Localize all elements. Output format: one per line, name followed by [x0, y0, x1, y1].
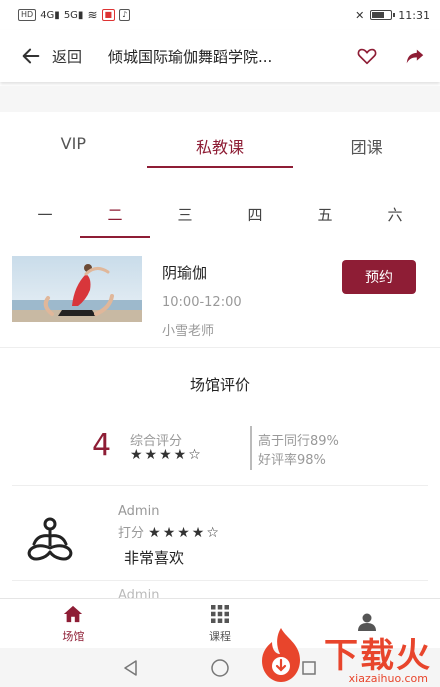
battery-icon [370, 10, 396, 20]
category-tabs: VIP 私教课 团课 [0, 120, 440, 168]
tab-courses-label: 课程 [209, 629, 231, 643]
day-mon[interactable]: 一 [10, 196, 80, 238]
good-rate: 好评率98% [258, 453, 326, 468]
day-tue[interactable]: 二 [80, 196, 150, 238]
course-card[interactable]: 阴瑜伽 10:00-12:00 小雪老师 预约 [0, 256, 440, 348]
share-button[interactable] [402, 43, 428, 69]
app-header: 返回 倾城国际瑜伽舞蹈学院... [0, 30, 440, 82]
review-item: Admin 打分 ★★★★☆ 非常喜欢 [0, 504, 440, 574]
mute-icon: ✕ [355, 8, 365, 22]
status-bar: HD 4G▮ 5G▮ ≋ ■ ♪ ✕ 11:31 [0, 0, 440, 30]
course-time: 10:00-12:00 [162, 295, 242, 310]
status-left: HD 4G▮ 5G▮ ≋ ■ ♪ [18, 8, 131, 22]
arrow-left-icon [22, 48, 40, 64]
tiktok-icon: ♪ [119, 9, 131, 21]
favorite-button[interactable] [354, 43, 380, 69]
grid-icon [211, 604, 229, 623]
watermark-url: xiazaihuo.com [348, 672, 428, 685]
course-thumbnail [12, 256, 142, 322]
tab-group-lesson[interactable]: 团课 [293, 120, 440, 168]
notification-badge-icon: ■ [101, 9, 116, 21]
share-icon [406, 49, 424, 64]
page-title: 倾城国际瑜伽舞蹈学院... [108, 47, 273, 66]
weekday-selector: 一 二 三 四 五 六 [10, 196, 430, 238]
review-rating: 打分 ★★★★☆ [118, 522, 221, 541]
clock: 11:31 [398, 8, 430, 22]
book-button[interactable]: 预约 [342, 260, 416, 294]
tab-venue-label: 场馆 [62, 629, 85, 643]
divider [12, 580, 428, 581]
tab-private-lesson[interactable]: 私教课 [146, 120, 294, 168]
overall-stars: ★★★★☆ [130, 447, 203, 463]
status-right: ✕ 11:31 [355, 9, 430, 22]
signal-icon: 4G▮ [40, 9, 60, 21]
review-rating-label: 打分 [118, 526, 145, 541]
wifi-icon: ≋ [87, 8, 98, 22]
rating-summary: 4 综合评分 ★★★★☆ 高于同行89% 好评率98% [0, 424, 440, 472]
heart-icon [357, 48, 377, 65]
home-icon [64, 605, 83, 622]
tab-venue[interactable]: 场馆 [0, 599, 147, 648]
overall-score: 4 [92, 428, 112, 463]
review-text: 非常喜欢 [124, 549, 185, 567]
watermark: 下载火 xiazaihuo.com [254, 626, 434, 686]
signal-icon-2: 5G▮ [63, 9, 84, 21]
back-button[interactable]: 返回 [20, 45, 82, 67]
day-wed[interactable]: 三 [150, 196, 220, 238]
nav-home-icon[interactable] [210, 658, 230, 678]
day-thu[interactable]: 四 [220, 196, 290, 238]
review-username: Admin [118, 504, 160, 519]
back-label: 返回 [52, 47, 83, 66]
reviews-title: 场馆评价 [189, 376, 250, 394]
review-stars: ★★★★☆ [148, 525, 221, 541]
course-teacher: 小雪老师 [162, 324, 215, 339]
spacer-band [0, 86, 440, 112]
flame-logo-icon [262, 628, 300, 682]
day-fri[interactable]: 五 [290, 196, 360, 238]
rating-divider [250, 426, 252, 470]
yoga-lotus-icon [27, 517, 73, 561]
watermark-text: 下载火 [324, 636, 432, 676]
hd-indicator: HD [18, 9, 37, 21]
tab-vip[interactable]: VIP [0, 120, 147, 168]
nav-back-icon[interactable] [122, 659, 140, 677]
divider [12, 485, 428, 486]
day-sat[interactable]: 六 [360, 196, 430, 238]
higher-than-peers: 高于同行89% [258, 434, 339, 449]
